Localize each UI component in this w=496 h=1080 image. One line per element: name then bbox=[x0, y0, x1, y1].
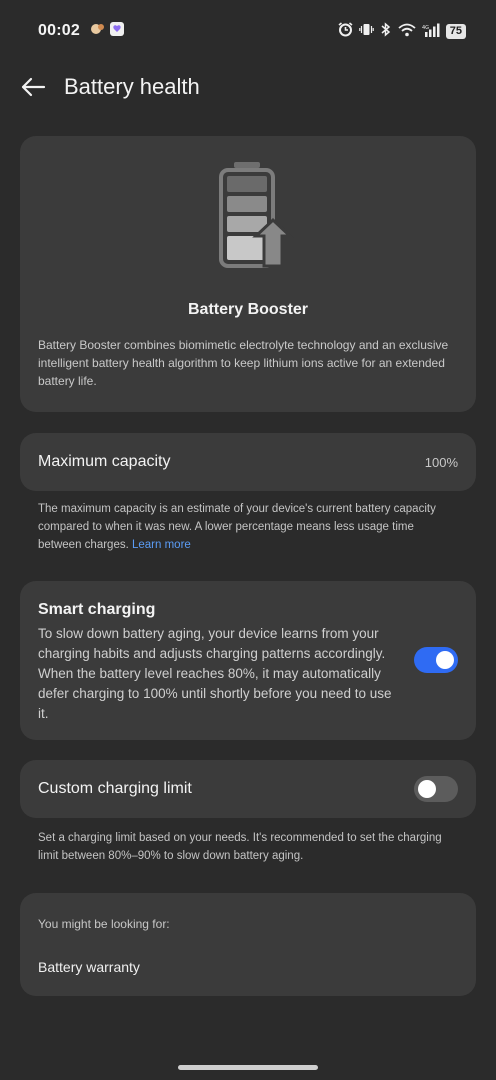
battery-level-badge: 75 bbox=[445, 23, 466, 39]
status-right: 4G 75 bbox=[338, 22, 466, 40]
status-left: 00:02 bbox=[38, 21, 124, 41]
messenger-notification-icon bbox=[109, 21, 124, 41]
maximum-capacity-label: Maximum capacity bbox=[38, 453, 171, 470]
arrow-left-icon bbox=[21, 77, 46, 97]
maximum-capacity-value: 100% bbox=[424, 454, 458, 470]
vibrate-icon bbox=[358, 22, 374, 40]
looking-for-card: You might be looking for: Battery warran… bbox=[20, 893, 476, 996]
bluetooth-icon bbox=[380, 22, 392, 40]
smart-charging-toggle[interactable] bbox=[414, 647, 458, 673]
maximum-capacity-row[interactable]: Maximum capacity 100% bbox=[20, 433, 476, 491]
battery-warranty-link[interactable]: Battery warranty bbox=[38, 959, 140, 975]
app-notification-icon bbox=[90, 22, 106, 41]
status-time: 00:02 bbox=[38, 22, 80, 39]
alarm-icon bbox=[338, 22, 353, 40]
toggle-knob bbox=[418, 780, 436, 798]
booster-title: Battery Booster bbox=[187, 301, 309, 318]
custom-charging-limit-row[interactable]: Custom charging limit bbox=[20, 760, 476, 818]
signal-icon: 4G bbox=[422, 23, 440, 40]
looking-for-label: You might be looking for: bbox=[38, 917, 170, 931]
smart-charging-card[interactable]: Smart charging To slow down battery agin… bbox=[20, 581, 476, 740]
svg-text:4G: 4G bbox=[422, 25, 429, 31]
header: Battery health bbox=[0, 62, 496, 112]
status-bar: 00:02 4G 75 bbox=[0, 0, 496, 62]
learn-more-link[interactable]: Learn more bbox=[132, 539, 191, 551]
battery-booster-card: Battery Booster Battery Booster combines… bbox=[20, 136, 476, 412]
wifi-icon bbox=[398, 23, 416, 40]
page-title: Battery health bbox=[64, 74, 200, 99]
back-button[interactable] bbox=[18, 72, 48, 102]
booster-description: Battery Booster combines biomimetic elec… bbox=[38, 338, 449, 388]
screen: 00:02 4G 75 Battery health Battery Boost… bbox=[0, 0, 496, 1080]
maximum-capacity-note-text: The maximum capacity is an estimate of y… bbox=[38, 503, 436, 551]
maximum-capacity-note: The maximum capacity is an estimate of y… bbox=[38, 500, 458, 554]
smart-charging-description: To slow down battery aging, your device … bbox=[38, 626, 392, 721]
custom-charging-limit-toggle[interactable] bbox=[414, 776, 458, 802]
smart-charging-title: Smart charging bbox=[38, 601, 156, 618]
toggle-knob bbox=[436, 651, 454, 669]
home-indicator[interactable] bbox=[178, 1065, 318, 1070]
custom-limit-note: Set a charging limit based on your needs… bbox=[38, 832, 442, 862]
battery-booster-icon bbox=[218, 160, 294, 277]
notification-icons bbox=[90, 21, 124, 41]
custom-charging-limit-label: Custom charging limit bbox=[38, 780, 192, 797]
